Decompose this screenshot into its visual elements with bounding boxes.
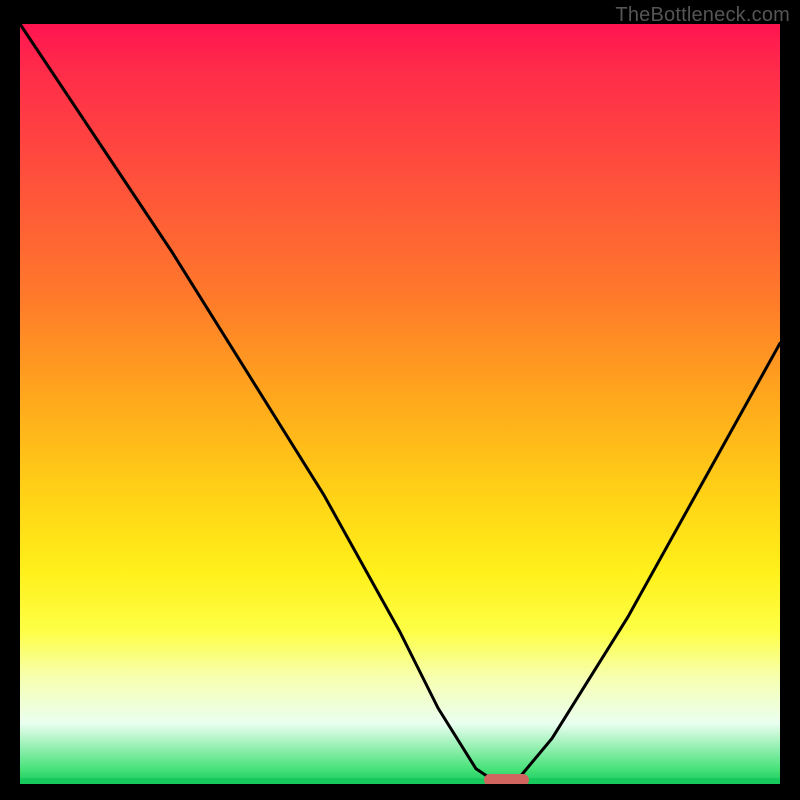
bottleneck-curve [20,24,780,784]
optimal-range-marker [484,774,530,784]
plot-area [20,24,780,784]
plot-shell [20,24,780,784]
chart-frame: TheBottleneck.com [0,0,800,800]
watermark-text: TheBottleneck.com [615,4,790,27]
